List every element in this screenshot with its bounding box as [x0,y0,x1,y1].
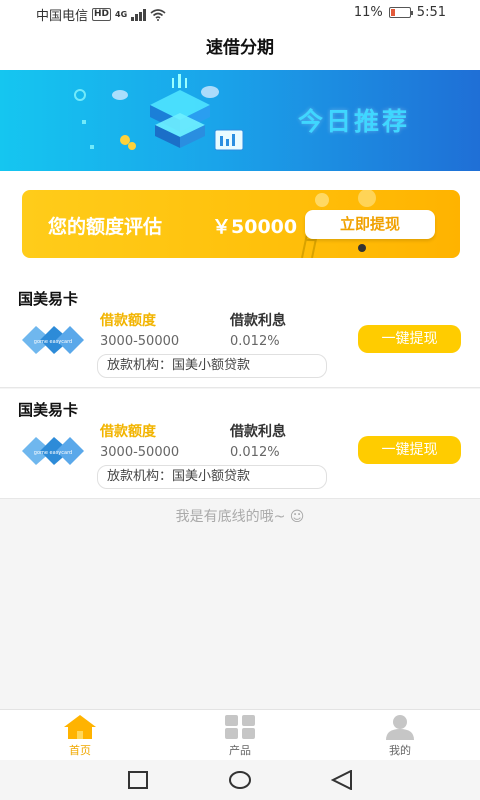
back-triangle-icon[interactable] [331,770,353,790]
recommend-banner[interactable]: 今日推荐 [0,70,480,171]
interest-label: 借款利息 [230,313,286,329]
tab-mine[interactable]: 我的 [360,714,440,758]
tab-label-home: 首页 [69,744,91,757]
withdraw-now-button[interactable]: 立即提现 [305,210,435,239]
grid-icon [225,715,255,739]
tab-label-products: 产品 [229,744,251,757]
network-type: 4G [115,10,128,19]
quota-label: 您的额度评估 [48,216,163,238]
lender-institution: 放款机构：国美小额贷款 [97,354,327,378]
circle-icon[interactable] [228,770,252,790]
svg-text:gome easycard: gome easycard [34,450,72,456]
quota-card[interactable]: 您的额度评估 ￥50000 立即提现 [22,190,460,258]
page-title: 速借分期 [0,26,480,70]
amount-label: 借款额度 [100,313,156,329]
interest-label: 借款利息 [230,424,286,440]
system-nav-bar [0,760,480,800]
amount-value: 3000-50000 [100,334,180,349]
banner-title: 今日推荐 [298,107,411,136]
home-icon [64,715,96,739]
gome-easycard-logo-icon: gome easycard [22,326,84,354]
user-icon [386,715,414,740]
end-of-list-note: 我是有底线的哦~ ☺ [175,509,305,525]
clock: 5:51 [416,5,446,20]
amount-value: 3000-50000 [100,445,180,460]
wifi-icon [150,8,166,21]
tab-products[interactable]: 产品 [200,714,280,758]
product-name: 国美易卡 [18,290,79,308]
lender-institution: 放款机构：国美小额贷款 [97,465,327,489]
status-bar: 中国电信 HD 4G 11% 5:51 [0,0,480,26]
square-icon[interactable] [127,771,149,789]
one-click-withdraw-button[interactable]: 一键提现 [358,436,461,464]
one-click-withdraw-button[interactable]: 一键提现 [358,325,461,353]
product-card[interactable]: 国美易卡 gome easycard 借款额度 借款利息 3000-50000 … [0,389,480,499]
product-card[interactable]: 国美易卡 gome easycard 借款额度 借款利息 3000-50000 … [0,278,480,388]
bottom-tab-bar: 首页 产品 我的 [0,709,480,760]
svg-text:gome easycard: gome easycard [34,339,72,345]
interest-value: 0.012% [230,334,280,349]
interest-value: 0.012% [230,445,280,460]
gome-easycard-logo-icon: gome easycard [22,437,84,465]
battery-icon [388,7,413,18]
quota-amount: ￥50000 [212,216,298,238]
signal-icon [131,8,147,21]
tab-home[interactable]: 首页 [40,714,120,758]
hd-badge: HD [92,8,112,21]
server-illustration-icon [74,74,244,151]
amount-label: 借款额度 [100,424,156,440]
battery-percent: 11% [353,5,383,20]
carrier-name: 中国电信 [36,9,89,24]
product-name: 国美易卡 [18,401,79,419]
tab-label-mine: 我的 [389,744,411,757]
